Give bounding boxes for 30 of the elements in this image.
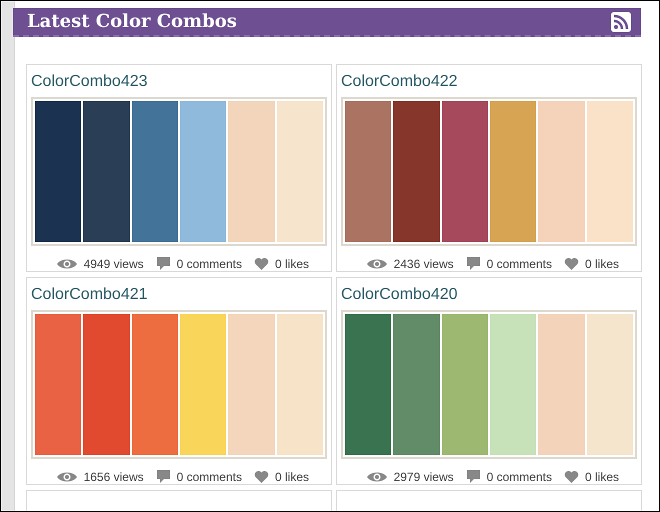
comments-count: 0 comments — [176, 256, 242, 270]
speech-bubble-icon — [156, 469, 171, 484]
views-count: 2979 views — [394, 470, 454, 484]
combo-title-link[interactable]: ColorCombo422 — [341, 73, 637, 91]
heart-icon — [564, 470, 579, 484]
comments-count: 0 comments — [176, 470, 242, 484]
combo-title-link[interactable]: ColorCombo423 — [31, 73, 327, 91]
views-count: 1656 views — [84, 470, 144, 484]
eye-icon — [56, 256, 78, 270]
speech-bubble-icon — [466, 469, 481, 484]
combo-title-link[interactable]: ColorCombo421 — [31, 286, 327, 304]
rss-icon[interactable] — [611, 12, 631, 32]
likes-count: 0 likes — [274, 256, 309, 270]
combo-title-link[interactable]: ColorCombo420 — [341, 286, 637, 304]
speech-bubble-icon — [466, 256, 481, 271]
comments-count: 0 comments — [486, 256, 552, 270]
heart-icon — [254, 256, 269, 270]
views-count: 2436 views — [394, 256, 454, 270]
eye-icon — [56, 470, 78, 484]
heart-icon — [254, 470, 269, 484]
likes-count: 0 likes — [274, 470, 309, 484]
eye-icon — [366, 470, 388, 484]
likes-count: 0 likes — [584, 256, 619, 270]
heart-icon — [564, 256, 579, 270]
comments-count: 0 comments — [486, 470, 552, 484]
speech-bubble-icon — [156, 256, 171, 271]
views-count: 4949 views — [84, 256, 144, 270]
section-title: Latest Color Combos — [27, 11, 237, 32]
eye-icon — [366, 256, 388, 270]
likes-count: 0 likes — [584, 470, 619, 484]
